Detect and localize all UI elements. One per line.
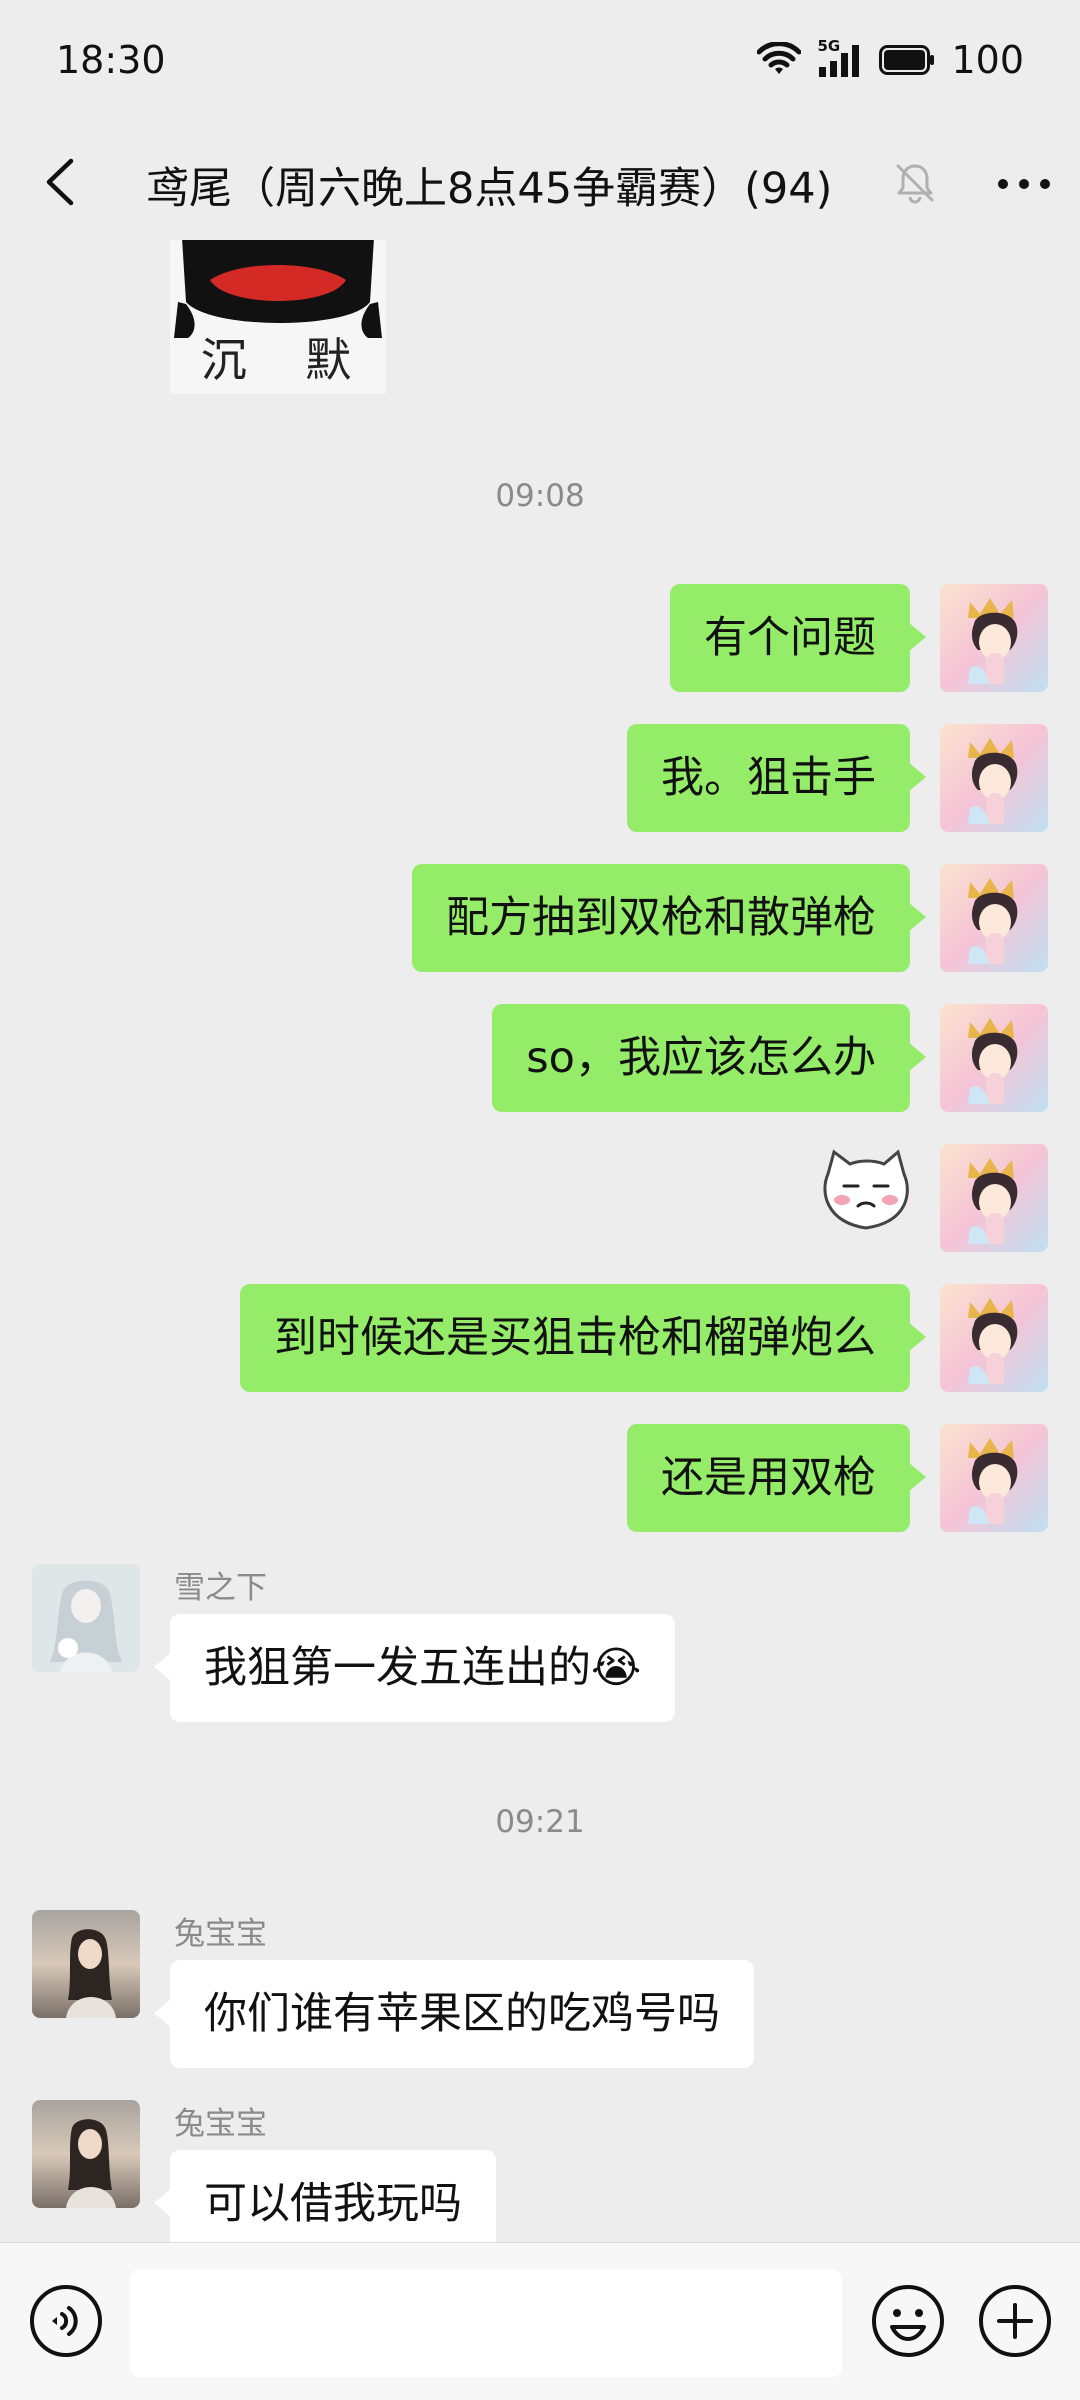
my-message-bubble[interactable]: 还是用双枪: [627, 1424, 926, 1532]
message-row: 还是用双枪: [0, 1424, 1080, 1532]
my-avatar[interactable]: [940, 1424, 1048, 1532]
smiley-icon: [872, 2285, 944, 2357]
chat-title: 鸢尾（周六晚上8点45争霸赛）(94): [146, 164, 833, 214]
more-options-button[interactable]: [994, 154, 1054, 214]
message-row: 我。狙击手: [0, 724, 1080, 832]
message-row: 我狙第一发五连出的😭: [0, 1614, 1080, 1722]
message-input[interactable]: [130, 2269, 842, 2377]
emoji-button[interactable]: [870, 2283, 946, 2359]
battery-level: 100: [951, 38, 1024, 82]
timestamp: 09:08: [495, 478, 585, 514]
chat-header: 鸢尾（周六晚上8点45争霸赛）(94): [0, 124, 1080, 240]
my-avatar[interactable]: [940, 1144, 1048, 1252]
my-avatar[interactable]: [940, 724, 1048, 832]
wifi-icon: [757, 42, 802, 74]
sticker-silent-caption: 沉 默: [200, 333, 374, 387]
voice-icon: [30, 2285, 102, 2357]
status-bar: 18:30 5G 100: [0, 0, 1080, 124]
message-row: 配方抽到双枪和散弹枪: [0, 864, 1080, 972]
member-message-bubble[interactable]: 你们谁有苹果区的吃鸡号吗: [154, 1960, 754, 2068]
my-avatar[interactable]: [940, 1284, 1048, 1392]
signal-icon: 5G: [817, 37, 863, 79]
voice-input-button[interactable]: [28, 2283, 104, 2359]
my-message-bubble[interactable]: 配方抽到双枪和散弹枪: [412, 864, 926, 972]
member-message-bubble[interactable]: 可以借我玩吗: [154, 2150, 496, 2242]
message-row: 你们谁有苹果区的吃鸡号吗: [0, 1960, 1080, 2068]
chat-message-list[interactable]: 沉 默 09:08 有个问题 我。狙击手 配方抽到双枪和散弹枪 so，我应该怎么…: [0, 240, 1080, 2242]
message-row: 有个问题: [0, 584, 1080, 692]
member-message-bubble[interactable]: 我狙第一发五连出的😭: [153, 1614, 676, 1722]
back-button[interactable]: [30, 152, 90, 212]
sticker-cat-face[interactable]: [818, 1144, 914, 1240]
sender-name: 兔宝宝: [174, 1916, 267, 1952]
my-avatar[interactable]: [940, 584, 1048, 692]
message-row: 到时候还是买狙击枪和榴弹炮么: [0, 1284, 1080, 1392]
message-row: so，我应该怎么办: [0, 1004, 1080, 1112]
status-icons: 5G 100: [757, 37, 1024, 82]
sticker-silent[interactable]: 沉 默: [170, 240, 386, 394]
my-avatar[interactable]: [940, 864, 1048, 972]
input-bar: [0, 2242, 1080, 2400]
message-row: [0, 1144, 1080, 1252]
more-dots-icon: [998, 179, 1050, 189]
chevron-left-icon: [46, 158, 74, 206]
more-functions-button[interactable]: [977, 2283, 1053, 2359]
my-avatar[interactable]: [940, 1004, 1048, 1112]
sender-name: 兔宝宝: [174, 2106, 267, 2142]
my-message-bubble[interactable]: so，我应该怎么办: [492, 1004, 926, 1112]
timestamp: 09:21: [495, 1804, 585, 1840]
message-row: 可以借我玩吗: [0, 2150, 1080, 2242]
status-time: 18:30: [56, 38, 166, 82]
battery-icon: [879, 45, 935, 75]
plus-icon: [979, 2285, 1051, 2357]
my-message-bubble[interactable]: 到时候还是买狙击枪和榴弹炮么: [240, 1284, 926, 1392]
my-message-bubble[interactable]: 有个问题: [670, 584, 926, 692]
sender-name: 雪之下: [174, 1570, 267, 1606]
mute-bell-icon: [896, 164, 934, 204]
my-message-bubble[interactable]: 我。狙击手: [627, 724, 926, 832]
